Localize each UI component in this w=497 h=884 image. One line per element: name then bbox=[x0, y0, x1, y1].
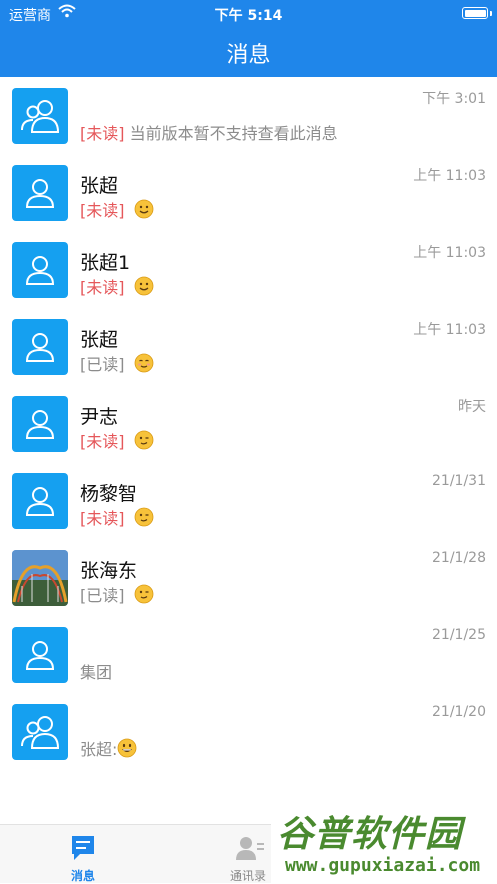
conversation-row[interactable]: 张海东 [已读] 21/1/28 bbox=[0, 539, 497, 616]
message-time: 下午 3:01 bbox=[422, 91, 486, 107]
message-text: 张超: bbox=[80, 740, 118, 759]
tab-label: 消息 bbox=[70, 869, 95, 883]
person-avatar-icon bbox=[12, 165, 68, 221]
conversation-row[interactable]: 张超: 21/1/20 bbox=[0, 693, 497, 770]
unread-tag: [未读] bbox=[80, 278, 125, 297]
contact-name: 张海东 bbox=[80, 560, 138, 582]
read-tag: [已读] bbox=[80, 355, 125, 374]
message-time: 21/1/25 bbox=[432, 627, 486, 643]
smile-emoji-icon bbox=[134, 199, 154, 223]
unread-tag: [未读] bbox=[80, 432, 125, 451]
battery-tip bbox=[490, 11, 492, 16]
status-bar: 运营商 下午 5:14 bbox=[0, 0, 497, 26]
blush-emoji-icon bbox=[134, 353, 154, 377]
watermark-logo: 谷普软件园 www.gupuxiazai.com bbox=[271, 803, 497, 883]
message-preview: [未读] bbox=[80, 428, 154, 454]
group-avatar-icon bbox=[12, 88, 68, 144]
message-time: 21/1/20 bbox=[432, 704, 486, 720]
conversation-row[interactable]: 张超1 [未读] 上午 11:03 bbox=[0, 231, 497, 308]
conversation-row[interactable]: 集团 21/1/25 bbox=[0, 616, 497, 693]
page-title: 消息 bbox=[226, 43, 271, 68]
photo-avatar bbox=[12, 550, 68, 606]
conversation-row[interactable]: 张超 [已读] 上午 11:03 bbox=[0, 308, 497, 385]
message-preview: [未读] bbox=[80, 274, 154, 300]
watermark-url: www.gupuxiazai.com bbox=[285, 855, 481, 876]
message-preview: 张超: bbox=[80, 736, 137, 762]
message-preview: [已读] bbox=[80, 351, 154, 377]
watermark-title: 谷普软件园 bbox=[277, 814, 463, 855]
contact-name: 张超 bbox=[80, 329, 119, 351]
message-preview: [已读] bbox=[80, 582, 154, 608]
wink-emoji-icon bbox=[134, 430, 154, 454]
message-time: 21/1/31 bbox=[432, 473, 486, 489]
message-preview: [未读] bbox=[80, 197, 154, 223]
person-avatar-icon bbox=[12, 473, 68, 529]
conversation-row[interactable]: 尹志 [未读] 昨天 bbox=[0, 385, 497, 462]
message-time: 上午 11:03 bbox=[413, 168, 486, 184]
conversation-row[interactable]: 杨黎智 [未读] 21/1/31 bbox=[0, 462, 497, 539]
smile-emoji-icon bbox=[134, 276, 154, 300]
person-avatar-icon bbox=[12, 319, 68, 375]
message-time: 上午 11:03 bbox=[413, 245, 486, 261]
grin-emoji-icon bbox=[117, 738, 137, 762]
message-preview: [未读] 当前版本暂不支持查看此消息 bbox=[80, 120, 338, 144]
status-time: 下午 5:14 bbox=[214, 8, 283, 24]
unread-tag: [未读] bbox=[80, 124, 125, 143]
chat-bubble-icon bbox=[70, 834, 96, 866]
conversation-row[interactable]: [未读] 当前版本暂不支持查看此消息 下午 3:01 bbox=[0, 77, 497, 154]
wink-emoji-icon bbox=[134, 584, 154, 608]
battery-icon bbox=[462, 7, 488, 19]
nav-bar: 消息 bbox=[0, 26, 497, 77]
message-time: 21/1/28 bbox=[432, 550, 486, 566]
tab-messages[interactable]: 消息 bbox=[21, 825, 145, 884]
conversation-row[interactable]: 张超 [未读] 上午 11:03 bbox=[0, 154, 497, 231]
message-text: 集团 bbox=[80, 663, 113, 682]
message-preview: [未读] bbox=[80, 505, 154, 531]
message-time: 上午 11:03 bbox=[413, 322, 486, 338]
wink-emoji-icon bbox=[134, 507, 154, 531]
group-avatar-icon bbox=[12, 704, 68, 760]
message-preview: 集团 bbox=[80, 659, 112, 683]
contacts-icon bbox=[235, 834, 265, 866]
unread-tag: [未读] bbox=[80, 509, 125, 528]
contact-name: 张超 bbox=[80, 175, 119, 197]
message-time: 昨天 bbox=[458, 399, 486, 415]
read-tag: [已读] bbox=[80, 586, 125, 605]
person-avatar-icon bbox=[12, 242, 68, 298]
contact-name: 张超1 bbox=[80, 252, 131, 274]
person-avatar-icon bbox=[12, 627, 68, 683]
person-avatar-icon bbox=[12, 396, 68, 452]
message-text: 当前版本暂不支持查看此消息 bbox=[129, 124, 338, 143]
unread-tag: [未读] bbox=[80, 201, 125, 220]
contact-name: 尹志 bbox=[80, 406, 119, 428]
contact-name: 杨黎智 bbox=[80, 483, 138, 505]
